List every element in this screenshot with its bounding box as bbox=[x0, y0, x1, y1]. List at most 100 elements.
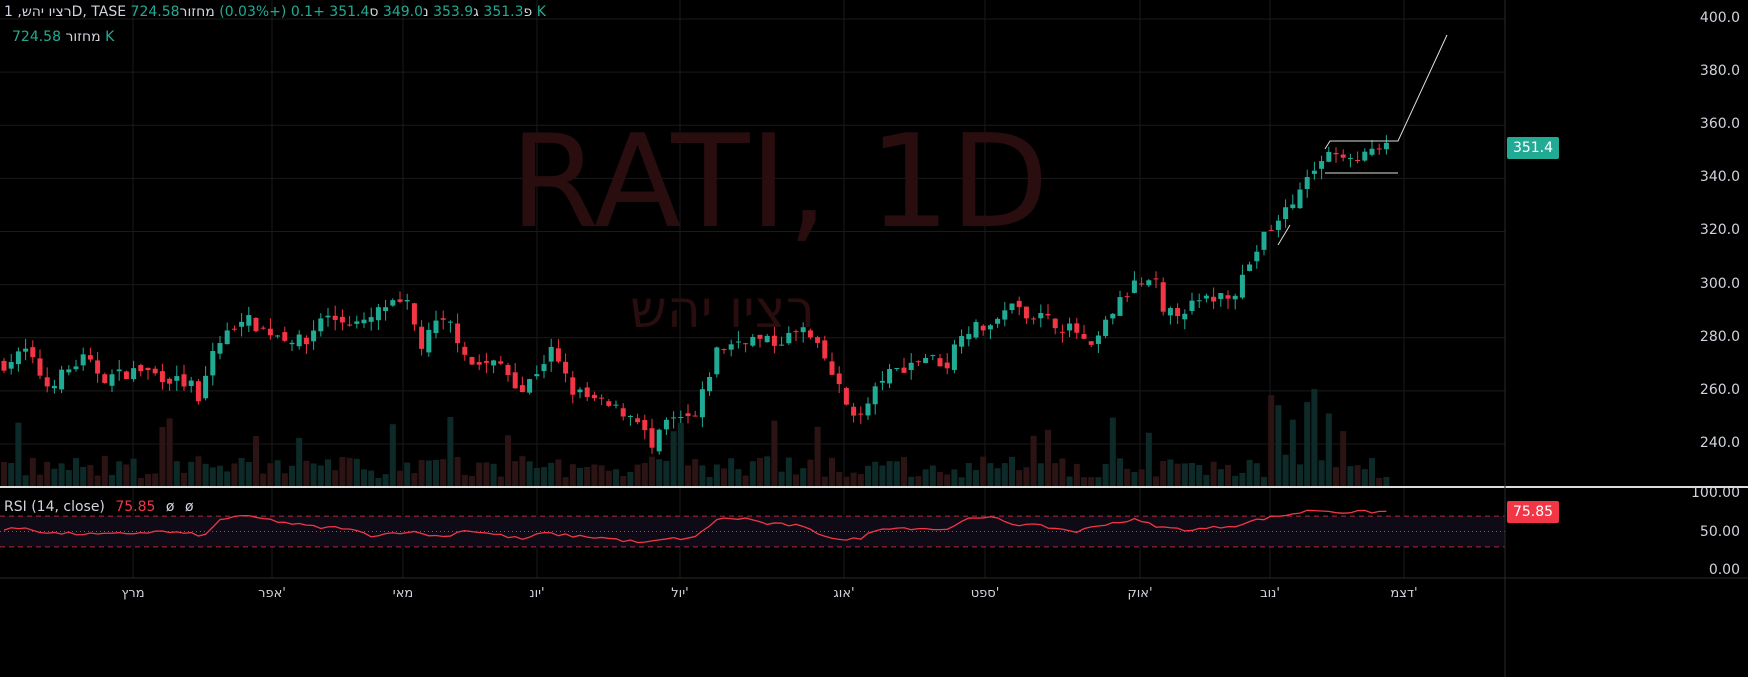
volume-bar bbox=[145, 473, 151, 486]
volume-bar bbox=[1268, 395, 1275, 486]
candle-body bbox=[973, 322, 979, 338]
volume-bar bbox=[1246, 459, 1253, 486]
volume-bar bbox=[1210, 461, 1217, 486]
volume-bar bbox=[965, 463, 972, 486]
volume-bar bbox=[361, 469, 367, 486]
volume-bar bbox=[1174, 463, 1181, 486]
volume-bar bbox=[202, 463, 209, 486]
candle-body bbox=[959, 336, 965, 347]
volume-label: מחזור bbox=[179, 4, 215, 20]
volume-bar bbox=[15, 422, 22, 486]
candle-body bbox=[476, 362, 482, 365]
candle-body bbox=[152, 368, 158, 374]
volume-bar bbox=[382, 474, 389, 486]
candle-body bbox=[282, 332, 288, 341]
candle-body bbox=[433, 320, 439, 334]
time-tick-label: מאי bbox=[392, 586, 414, 601]
volume-bar bbox=[209, 467, 216, 486]
candle-body bbox=[1268, 230, 1274, 232]
volume-bar bbox=[166, 418, 173, 486]
open-label: פ bbox=[523, 4, 533, 20]
volume-bar bbox=[857, 474, 864, 486]
volume-bar bbox=[562, 477, 569, 486]
volume-bar bbox=[245, 462, 252, 486]
volume-bar bbox=[461, 474, 468, 486]
candle-body bbox=[361, 319, 367, 324]
candle-body bbox=[1031, 318, 1037, 320]
volume-bar bbox=[332, 470, 339, 486]
candle-body bbox=[1254, 251, 1260, 262]
price-tick-label: 300.0 bbox=[1699, 275, 1740, 292]
candle-body bbox=[1110, 313, 1116, 319]
candle-body bbox=[1175, 308, 1181, 317]
rsi-axis-0: 0.00 bbox=[1708, 562, 1740, 578]
volume-bar bbox=[109, 474, 115, 486]
volume-bar bbox=[454, 456, 461, 486]
volume-bar bbox=[1009, 456, 1015, 486]
candle-body bbox=[887, 368, 893, 384]
watermark-name: רציו יהש bbox=[630, 280, 815, 340]
candle-body bbox=[1067, 323, 1073, 331]
volume-bar bbox=[101, 456, 108, 486]
volume-bar bbox=[1203, 474, 1210, 486]
price-tick-label: 280.0 bbox=[1699, 328, 1740, 345]
volume-bar bbox=[1102, 463, 1109, 486]
volume-bar bbox=[58, 463, 65, 486]
volume-bar bbox=[613, 469, 619, 486]
volume-bar bbox=[476, 462, 483, 486]
candle-body bbox=[872, 386, 878, 405]
candle-body bbox=[1347, 157, 1353, 159]
price-chart[interactable] bbox=[0, 0, 1748, 677]
last-price-badge: 351.4 bbox=[1507, 137, 1559, 159]
time-tick-label: נוב' bbox=[1260, 586, 1280, 601]
volume-bar bbox=[274, 460, 281, 486]
candle-body bbox=[966, 333, 972, 340]
candle-body bbox=[368, 317, 374, 322]
volume-bar bbox=[1325, 413, 1332, 486]
volume-bar bbox=[411, 473, 418, 486]
candle-body bbox=[1146, 280, 1152, 286]
candle-body bbox=[656, 429, 662, 452]
candle-body bbox=[390, 300, 396, 306]
candle-body bbox=[1, 360, 7, 371]
volume-bar bbox=[1001, 463, 1008, 486]
candle-body bbox=[865, 403, 871, 416]
volume-legend-label[interactable]: מחזור bbox=[65, 29, 100, 45]
volume-bar bbox=[1239, 472, 1246, 486]
volume-bar bbox=[1037, 463, 1044, 486]
candle-body bbox=[210, 351, 216, 376]
price-tick-label: 340.0 bbox=[1699, 169, 1740, 186]
candle-body bbox=[627, 415, 633, 417]
candle-body bbox=[440, 318, 446, 320]
volume-bar bbox=[800, 468, 807, 486]
candle-body bbox=[239, 321, 245, 327]
volume-bar bbox=[1189, 462, 1195, 486]
volume-bar bbox=[713, 464, 720, 486]
symbol-title[interactable]: רציו יהש, 1D, TASE bbox=[4, 4, 126, 20]
candle-body bbox=[822, 340, 828, 359]
volume-bar bbox=[1023, 467, 1030, 486]
volume-bar bbox=[1081, 477, 1087, 486]
candle-body bbox=[123, 371, 129, 380]
candle-body bbox=[563, 361, 569, 374]
volume-bar bbox=[677, 423, 684, 486]
volume-bar bbox=[1261, 476, 1267, 486]
candle-body bbox=[1045, 313, 1051, 316]
candle-body bbox=[879, 380, 885, 383]
candle-body bbox=[181, 374, 187, 387]
candle-body bbox=[1218, 293, 1224, 300]
volume-bar bbox=[814, 426, 821, 486]
volume-bar bbox=[1347, 466, 1354, 486]
time-tick-label: אוג' bbox=[833, 586, 855, 601]
candle-body bbox=[1009, 303, 1015, 311]
volume-bar bbox=[231, 463, 238, 486]
candle-body bbox=[1340, 154, 1346, 158]
volume-bar bbox=[490, 463, 497, 486]
candle-body bbox=[109, 374, 115, 386]
low-value: 349.0 bbox=[382, 4, 424, 20]
candle-body bbox=[534, 374, 540, 377]
candle-body bbox=[383, 307, 389, 312]
candle-body bbox=[685, 413, 691, 417]
rsi-label[interactable]: RSI (14, close) bbox=[4, 499, 105, 515]
candle-body bbox=[1239, 274, 1245, 298]
